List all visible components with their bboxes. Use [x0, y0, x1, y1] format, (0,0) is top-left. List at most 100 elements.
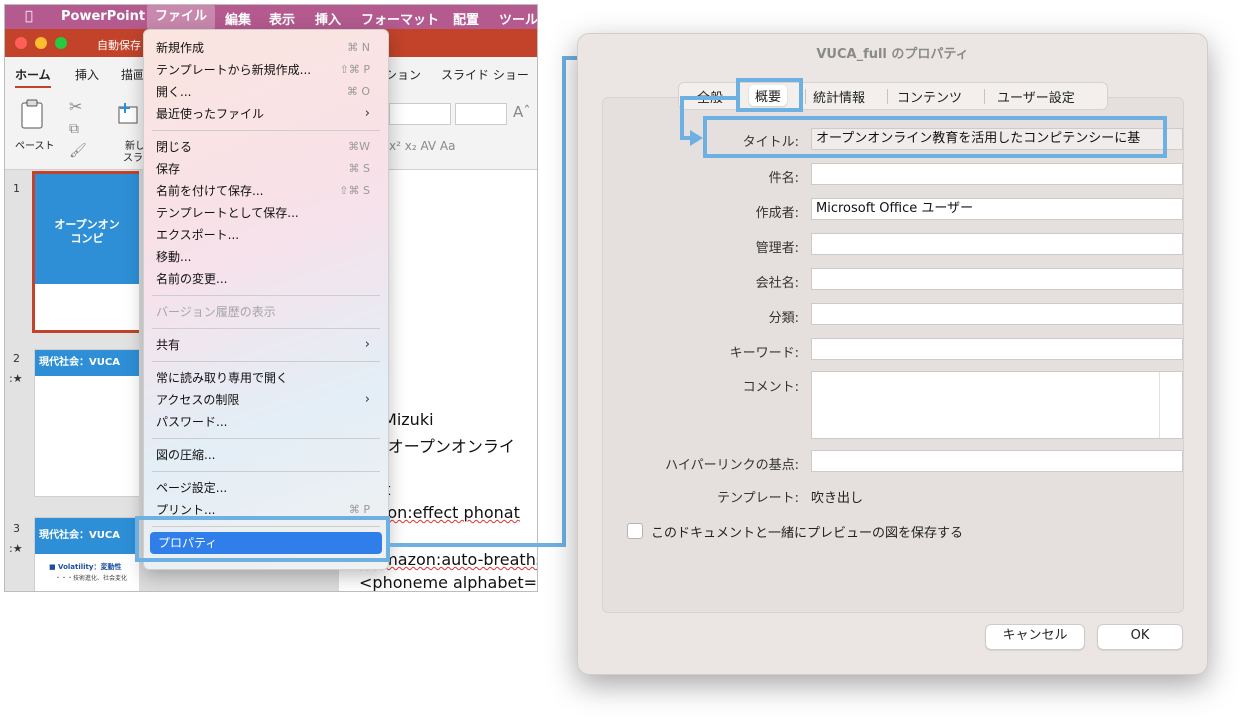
- menu-save[interactable]: 保存 ⌘ S: [156, 159, 378, 179]
- tab-transition[interactable]: ション: [385, 66, 421, 83]
- company-label: 会社名:: [755, 276, 799, 291]
- menubar-file[interactable]: ファイル: [147, 5, 216, 29]
- keywords-label: キーワード:: [729, 346, 799, 361]
- file-menu: 新規作成 ⌘ N テンプレートから新規作成... ⇧⌘ P 開く... ⌘ O 最近使…: [143, 29, 389, 570]
- menu-share[interactable]: 共有 ›: [156, 335, 378, 355]
- cancel-button[interactable]: キャンセル: [985, 624, 1085, 650]
- save-preview-label[interactable]: このドキュメントと一緒にプレビューの図を保存する: [651, 522, 963, 541]
- category-field[interactable]: [811, 303, 1183, 325]
- comments-field[interactable]: [811, 371, 1183, 439]
- author-field[interactable]: Microsoft Office ユーザー: [811, 198, 1183, 220]
- slide-thumbnail-3[interactable]: 現代社会：VUCA ■ Volatility：変動性 ・・・技術進化、社会変化: [35, 518, 139, 591]
- menu-new-from-template[interactable]: テンプレートから新規作成... ⇧⌘ P: [156, 60, 378, 80]
- template-label: テンプレート:: [717, 491, 799, 506]
- tab-slideshow[interactable]: スライド ショー: [441, 66, 529, 83]
- keywords-field[interactable]: [811, 338, 1183, 360]
- comments-scrollbar[interactable]: [1159, 372, 1160, 438]
- connector-line: [680, 96, 684, 140]
- menubar-view[interactable]: 表示: [269, 9, 295, 28]
- slide-title: 現代社会：VUCA: [35, 350, 139, 376]
- slide-thumbnail-1[interactable]: オープンオン コンピ: [35, 174, 139, 330]
- editor-line: <phoneme alphabet="x: [359, 573, 538, 592]
- slide-number: 1: [13, 182, 20, 195]
- menu-export[interactable]: エクスポート...: [156, 225, 378, 245]
- save-preview-checkbox[interactable]: [627, 523, 643, 539]
- menu-page-setup[interactable]: ページ設定...: [156, 478, 378, 498]
- zoom-window-icon[interactable]: [55, 37, 67, 49]
- menu-move[interactable]: 移動...: [156, 247, 378, 267]
- chevron-right-icon: ›: [364, 337, 370, 352]
- comments-label: コメント:: [742, 380, 799, 395]
- chevron-right-icon: ›: [364, 106, 370, 121]
- connector-line: [562, 56, 566, 547]
- menu-compress-pictures[interactable]: 図の圧縮...: [156, 445, 378, 465]
- tab-draw[interactable]: 描画: [121, 66, 145, 83]
- apple-icon[interactable]: : [25, 9, 33, 24]
- tab-custom[interactable]: ユーザー設定: [997, 87, 1075, 106]
- menu-rename[interactable]: 名前の変更...: [156, 269, 378, 289]
- star-icon: :★: [9, 542, 23, 555]
- close-window-icon[interactable]: [15, 37, 27, 49]
- menu-save-as-template[interactable]: テンプレートとして保存...: [156, 203, 378, 223]
- menu-version-history: バージョン履歴の表示: [156, 305, 276, 319]
- connector-line: [680, 96, 738, 100]
- hyperlink-base-field[interactable]: [811, 450, 1183, 472]
- ok-button[interactable]: OK: [1097, 624, 1183, 650]
- menu-new[interactable]: 新規作成 ⌘ N: [156, 38, 378, 58]
- menu-restrict-access[interactable]: アクセスの制限 ›: [156, 390, 378, 410]
- tab-home[interactable]: ホーム: [15, 66, 51, 88]
- menubar-format[interactable]: フォーマット: [361, 9, 439, 28]
- menubar-tools[interactable]: ツール: [499, 9, 537, 28]
- chevron-right-icon: ›: [364, 392, 370, 407]
- mac-menubar:  PowerPoint ファイル 編集 表示 挿入 フォーマット 配置 ツール: [5, 5, 537, 29]
- hyperlink-base-label: ハイパーリンクの基点:: [665, 458, 799, 473]
- summary-panel: タイトル: オープンオンライン教育を活用したコンピテンシーに基 件名: 作成者:…: [602, 97, 1184, 613]
- tab-contents[interactable]: コンテンツ: [897, 87, 962, 106]
- slide-bullet-sub: ・・・技術進化、社会変化: [55, 575, 128, 582]
- manager-label: 管理者:: [755, 241, 799, 256]
- paste-icon[interactable]: [19, 99, 49, 131]
- cut-icon[interactable]: ✂: [69, 97, 82, 116]
- slide-title-2: コンピ: [70, 232, 104, 245]
- text-format-icons[interactable]: x² x₂ AV Aa: [389, 139, 455, 153]
- manager-field[interactable]: [811, 233, 1183, 255]
- format-painter-icon[interactable]: 🖌: [69, 143, 87, 159]
- author-label: 作成者:: [755, 206, 799, 221]
- tab-insert[interactable]: 挿入: [75, 66, 99, 83]
- slide-number: 3: [13, 522, 20, 535]
- slide-bullet: ■ Volatility：変動性: [49, 563, 122, 571]
- minimize-window-icon[interactable]: [35, 37, 47, 49]
- tab-statistics[interactable]: 統計情報: [813, 87, 865, 106]
- category-label: 分類:: [768, 311, 799, 326]
- copy-icon[interactable]: ⧉: [69, 121, 79, 137]
- font-select[interactable]: [389, 103, 451, 125]
- grow-font-icon[interactable]: Aˆ: [513, 103, 531, 121]
- subject-field[interactable]: [811, 163, 1183, 185]
- menu-recent-files[interactable]: 最近使ったファイル ›: [156, 104, 378, 124]
- slide-thumbnails: 1 オープンオン コンピ 2 :★ 現代社会：VUCA 3 :★ 現代社会：VU…: [5, 170, 139, 591]
- powerpoint-window:  PowerPoint ファイル 編集 表示 挿入 フォーマット 配置 ツール…: [4, 4, 538, 592]
- menubar-arrange[interactable]: 配置: [453, 9, 479, 28]
- menubar-insert[interactable]: 挿入: [315, 9, 341, 28]
- menu-password[interactable]: パスワード...: [156, 412, 378, 432]
- menu-close[interactable]: 閉じる ⌘W: [156, 137, 378, 157]
- company-field[interactable]: [811, 268, 1183, 290]
- template-value: 吹き出し: [811, 491, 864, 506]
- menubar-app-name[interactable]: PowerPoint: [61, 9, 145, 24]
- paste-label[interactable]: ペースト: [15, 137, 55, 152]
- slide-number: 2: [13, 352, 20, 365]
- callout-box-properties: [135, 516, 390, 562]
- autosave-label[interactable]: 自動保存: [97, 37, 141, 53]
- font-size-select[interactable]: [455, 103, 507, 125]
- new-slide-icon[interactable]: [117, 101, 141, 129]
- menubar-edit[interactable]: 編集: [225, 9, 251, 28]
- slide-thumbnail-2[interactable]: 現代社会：VUCA: [35, 350, 139, 496]
- new-slide-label-2[interactable]: スラ: [123, 149, 143, 164]
- connector-line: [390, 543, 566, 547]
- dialog-title: VUCA_full のプロパティ: [816, 47, 969, 62]
- arrow-right-icon: [690, 130, 703, 146]
- menu-save-as[interactable]: 名前を付けて保存... ⇧⌘ S: [156, 181, 378, 201]
- menu-always-read-only[interactable]: 常に読み取り専用で開く: [156, 368, 378, 388]
- menu-open[interactable]: 開く... ⌘ O: [156, 82, 378, 102]
- slide-title: オープンオン: [54, 218, 120, 231]
